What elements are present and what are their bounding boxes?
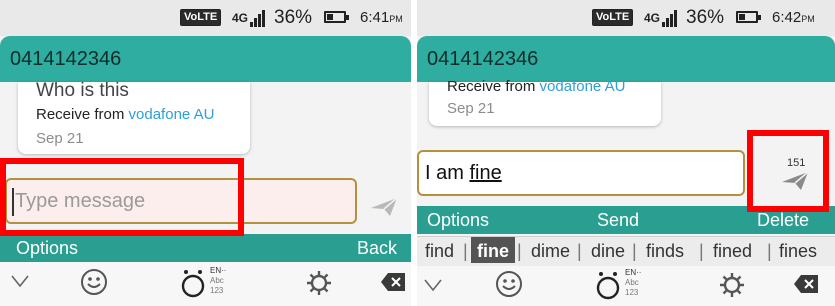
message-text: Who is this — [36, 80, 129, 101]
composing-word: fine — [469, 162, 502, 184]
network-type: 4G — [644, 11, 661, 25]
highlight-box-send — [747, 130, 829, 212]
message-bubble[interactable]: Receive from vodafone AU Sep 21 — [429, 78, 661, 126]
message-bubble[interactable]: Who is this Receive from vodafone AU Sep… — [18, 80, 250, 154]
signal-icon — [250, 9, 268, 27]
message-source: Receive from vodafone AU — [36, 106, 215, 123]
options-button[interactable]: Options — [16, 238, 78, 259]
chevron-down-icon[interactable] — [423, 278, 443, 292]
clock: 6:41PM — [360, 9, 403, 26]
suggestion-word-selected[interactable]: fine — [471, 237, 516, 263]
keyboard-toolbar: EN·· Abc 123 — [0, 262, 411, 306]
suggestion-word[interactable]: fined — [707, 241, 758, 262]
conversation-header: 0414142346 — [417, 36, 835, 82]
highlight-box-input — [0, 158, 244, 236]
volte-badge: VoLTE — [592, 9, 634, 26]
settings-gear-icon[interactable] — [306, 270, 332, 296]
options-bar: Options Back — [0, 234, 411, 262]
suggestion-word[interactable]: fines — [773, 241, 823, 262]
input-mode-icon[interactable]: EN·· Abc 123 — [180, 266, 240, 302]
keyboard-toolbar: EN·· Abc 123 — [417, 266, 835, 306]
contact-number: 0414142346 — [427, 48, 539, 70]
network-type: 4G — [232, 11, 249, 25]
message-text-value: I am fine — [425, 162, 502, 184]
volte-badge: VoLTE — [180, 9, 222, 26]
emoji-icon[interactable] — [80, 268, 108, 296]
contact-number: 0414142346 — [10, 48, 122, 70]
battery-percent: 36% — [274, 7, 313, 28]
operator-link[interactable]: vodafone AU — [129, 106, 215, 123]
operator-link[interactable]: vodafone AU — [540, 78, 626, 95]
status-bar: VoLTE 4G 36% 6:41PM — [0, 0, 411, 36]
signal-icon — [662, 9, 680, 27]
delete-button[interactable]: Delete — [757, 210, 809, 231]
left-screenshot: VoLTE 4G 36% 6:41PM 0414142346 Who is th… — [0, 0, 411, 306]
message-input[interactable]: I am fine — [417, 150, 745, 196]
backspace-icon[interactable] — [380, 272, 406, 292]
suggestion-word[interactable]: find — [419, 241, 460, 262]
battery-icon — [736, 11, 761, 23]
conversation-header: 0414142346 — [0, 36, 411, 82]
battery-percent: 36% — [686, 7, 725, 28]
suggestion-word[interactable]: dine — [585, 241, 631, 262]
message-source: Receive from vodafone AU — [447, 78, 626, 95]
suggestion-word[interactable]: finds — [640, 241, 690, 262]
chevron-down-icon[interactable] — [10, 274, 30, 288]
settings-gear-icon[interactable] — [719, 272, 745, 298]
suggestion-word[interactable]: dime — [525, 241, 576, 262]
message-date: Sep 21 — [447, 100, 495, 117]
battery-icon — [324, 11, 349, 23]
emoji-icon[interactable] — [495, 270, 523, 298]
send-icon[interactable] — [370, 196, 398, 218]
status-bar: VoLTE 4G 36% 6:42PM — [417, 0, 835, 36]
suggestion-bar: find | fine | dime | dine | finds | fine… — [417, 236, 835, 266]
input-mode-icon[interactable]: EN·· Abc 123 — [595, 268, 655, 304]
right-screenshot: VoLTE 4G 36% 6:42PM 0414142346 Receive f… — [417, 0, 835, 306]
send-button[interactable]: Send — [597, 210, 639, 231]
back-button[interactable]: Back — [357, 238, 397, 259]
clock: 6:42PM — [772, 9, 815, 26]
message-date: Sep 21 — [36, 130, 84, 147]
backspace-icon[interactable] — [793, 274, 819, 294]
options-button[interactable]: Options — [427, 210, 489, 231]
